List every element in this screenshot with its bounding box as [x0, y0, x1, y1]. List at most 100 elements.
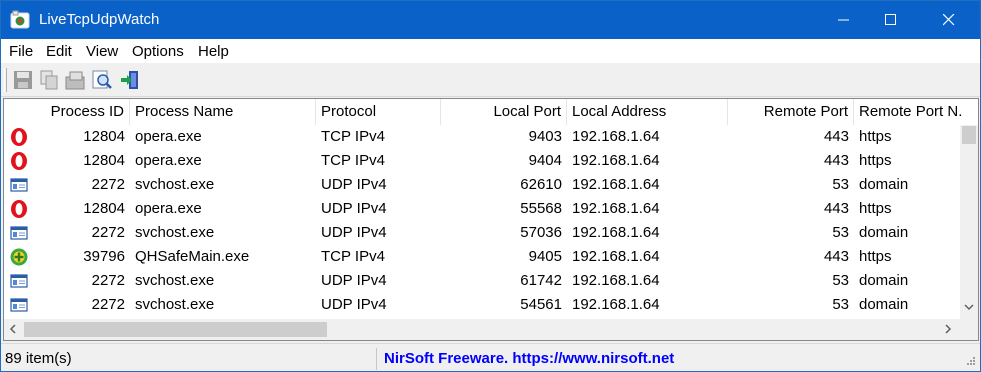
- vertical-scroll-thumb[interactable]: [962, 126, 976, 144]
- cell-process-name: opera.exe: [135, 128, 202, 145]
- maximize-icon: [885, 14, 896, 25]
- cell-remote-port-name: https: [859, 200, 892, 217]
- toolbar-grip[interactable]: [4, 68, 7, 92]
- window-title: LiveTcpUdpWatch: [39, 11, 160, 28]
- column-remote-port[interactable]: Remote Port: [728, 99, 854, 125]
- cell-local-address: 192.168.1.64: [572, 272, 660, 289]
- cell-protocol: UDP IPv4: [321, 176, 387, 193]
- cell-remote-port-name: domain: [859, 176, 909, 193]
- cell-local-port: 9403: [528, 128, 562, 145]
- cell-local-port: 61742: [520, 272, 562, 289]
- connections-list[interactable]: Process ID Process Name Protocol Local P…: [3, 98, 979, 341]
- cell-local-address: 192.168.1.64: [572, 176, 660, 193]
- cell-remote-port: 443: [823, 128, 849, 145]
- nirsoft-link[interactable]: NirSoft Freeware. https://www.nirsoft.ne…: [384, 350, 674, 372]
- column-local-address[interactable]: Local Address: [567, 99, 728, 125]
- title-bar[interactable]: LiveTcpUdpWatch: [1, 1, 980, 39]
- horizontal-scroll-thumb[interactable]: [24, 322, 327, 337]
- copy-icon: [40, 70, 58, 90]
- table-row[interactable]: 2272 svchost.exe UDP IPv4 57036 192.168.1.64…: [4, 221, 960, 245]
- find-icon: [92, 70, 112, 89]
- cell-process-name: QHSafeMain.exe: [135, 248, 250, 265]
- status-bar: 89 item(s) NirSoft Freeware. https://www…: [1, 343, 980, 371]
- vertical-scrollbar[interactable]: [960, 125, 978, 319]
- cell-protocol: UDP IPv4: [321, 200, 387, 217]
- cell-local-port: 62610: [520, 176, 562, 193]
- menu-view[interactable]: View: [86, 43, 118, 60]
- table-row[interactable]: 12804 opera.exe UDP IPv4 55568 192.168.1.64 4…: [4, 197, 960, 221]
- table-row[interactable]: 2272 svchost.exe UDP IPv4 62610 192.168.1.64…: [4, 173, 960, 197]
- table-row[interactable]: 2272 svchost.exe UDP IPv4 54561 192.168.1.64…: [4, 293, 960, 317]
- cell-local-address: 192.168.1.64: [572, 128, 660, 145]
- find-button[interactable]: [91, 69, 113, 91]
- cell-local-address: 192.168.1.64: [572, 224, 660, 241]
- cell-remote-port-name: domain: [859, 272, 909, 289]
- cell-local-address: 192.168.1.64: [572, 152, 660, 169]
- menu-options[interactable]: Options: [132, 43, 184, 60]
- cell-process-id: 12804: [83, 200, 125, 217]
- close-icon: [943, 14, 955, 26]
- cell-local-address: 192.168.1.64: [572, 200, 660, 217]
- exit-button[interactable]: [119, 69, 141, 91]
- cell-process-id: 39796: [83, 248, 125, 265]
- cell-process-id: 12804: [83, 128, 125, 145]
- cell-protocol: TCP IPv4: [321, 152, 385, 169]
- cell-protocol: UDP IPv4: [321, 296, 387, 313]
- properties-button[interactable]: [64, 69, 86, 91]
- cell-protocol: UDP IPv4: [321, 224, 387, 241]
- cell-process-id: 12804: [83, 152, 125, 169]
- table-body: 12804 opera.exe TCP IPv4 9403 192.168.1.64 44…: [4, 125, 960, 319]
- cell-process-name: opera.exe: [135, 200, 202, 217]
- cell-remote-port: 443: [823, 200, 849, 217]
- cell-protocol: TCP IPv4: [321, 128, 385, 145]
- table-row[interactable]: 12804 opera.exe TCP IPv4 9403 192.168.1.64 44…: [4, 125, 960, 149]
- minimize-button[interactable]: [821, 1, 867, 39]
- menu-help[interactable]: Help: [198, 43, 229, 60]
- minimize-icon: [838, 19, 849, 21]
- cell-process-id: 2272: [91, 296, 125, 313]
- cell-local-port: 9405: [528, 248, 562, 265]
- cell-local-address: 192.168.1.64: [572, 296, 660, 313]
- cell-process-name: svchost.exe: [135, 224, 215, 241]
- close-button[interactable]: [926, 1, 972, 39]
- cell-remote-port-name: domain: [859, 224, 909, 241]
- cell-remote-port-name: domain: [859, 296, 909, 313]
- cell-remote-port: 53: [832, 296, 849, 313]
- maximize-button[interactable]: [868, 1, 914, 39]
- cell-process-name: svchost.exe: [135, 272, 215, 289]
- column-local-port[interactable]: Local Port: [441, 99, 567, 125]
- table-row[interactable]: 39796 QHSafeMain.exe TCP IPv4 9405 192.168.1…: [4, 245, 960, 269]
- cell-remote-port-name: https: [859, 248, 892, 265]
- cell-process-name: svchost.exe: [135, 176, 215, 193]
- scroll-left-icon[interactable]: [9, 324, 17, 334]
- table-row[interactable]: 12804 opera.exe TCP IPv4 9404 192.168.1.64 44…: [4, 149, 960, 173]
- copy-button[interactable]: [38, 69, 60, 91]
- scroll-corner: [960, 319, 978, 340]
- cell-local-port: 9404: [528, 152, 562, 169]
- menu-file[interactable]: File: [9, 43, 33, 60]
- menu-edit[interactable]: Edit: [46, 43, 72, 60]
- column-process-name[interactable]: Process Name: [130, 99, 316, 125]
- table-row[interactable]: 2272 svchost.exe UDP IPv4 61742 192.168.1.64…: [4, 269, 960, 293]
- horizontal-scrollbar[interactable]: [4, 319, 960, 340]
- cell-protocol: TCP IPv4: [321, 248, 385, 265]
- cell-process-id: 2272: [91, 176, 125, 193]
- cell-remote-port: 53: [832, 176, 849, 193]
- scroll-right-icon[interactable]: [944, 324, 952, 334]
- column-process-id[interactable]: Process ID: [4, 99, 130, 125]
- cell-remote-port: 443: [823, 152, 849, 169]
- exit-icon: [121, 71, 138, 89]
- save-icon: [14, 71, 32, 89]
- properties-icon: [65, 71, 85, 90]
- column-remote-port-name[interactable]: Remote Port N...: [854, 99, 962, 125]
- cell-remote-port-name: https: [859, 152, 892, 169]
- scroll-down-icon[interactable]: [964, 303, 974, 311]
- save-button[interactable]: [12, 69, 34, 91]
- cell-local-port: 55568: [520, 200, 562, 217]
- resize-grip-icon[interactable]: [964, 356, 976, 368]
- column-protocol[interactable]: Protocol: [316, 99, 441, 125]
- status-item-count: 89 item(s): [3, 348, 377, 370]
- cell-process-name: opera.exe: [135, 152, 202, 169]
- cell-process-name: svchost.exe: [135, 296, 215, 313]
- cell-process-id: 2272: [91, 224, 125, 241]
